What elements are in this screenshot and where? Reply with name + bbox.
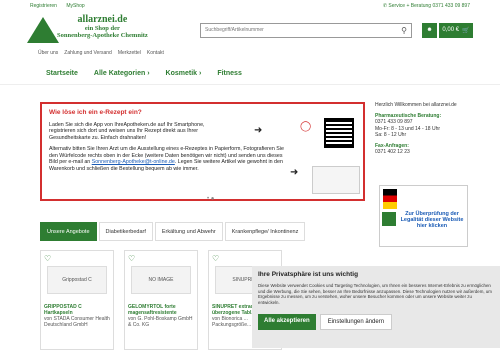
header: allarznei.de ein Shop der Sonnenberg-Apo…: [0, 12, 500, 48]
meta-link-wishlist[interactable]: Merkzettel: [118, 50, 141, 56]
myshop-link[interactable]: MyShop: [66, 3, 84, 9]
product-card[interactable]: ♡ NO IMAGE GELOMYRTOL forte magensaftres…: [124, 250, 198, 350]
user-icon: ☻: [426, 27, 433, 33]
cookie-title: Ihre Privatsphäre ist uns wichtig: [258, 271, 359, 278]
main-nav: Startseite Alle Kategorien › Kosmetik › …: [0, 63, 500, 85]
heart-icon[interactable]: ♡: [212, 254, 219, 263]
arrow-right-icon: ➜: [254, 125, 263, 136]
heart-icon[interactable]: ♡: [44, 254, 51, 263]
meta-link-payment[interactable]: Zahlung und Versand: [64, 50, 112, 56]
legality-badge[interactable]: Zur Überprüfung der Legalität dieser Web…: [379, 185, 468, 247]
cookie-text: Diese Website verwendet Cookies und Targ…: [258, 283, 492, 305]
product-image[interactable]: NO IMAGE: [131, 266, 191, 294]
notice-email-link[interactable]: Sonnenberg-Apotheke@t-online.de: [92, 159, 175, 165]
tab-cold[interactable]: Erkältung und Abwehr: [154, 222, 223, 241]
welcome-text: Herzlich Willkommen bei allarznei.de: [375, 102, 457, 108]
carousel-dots[interactable]: • ●: [207, 196, 214, 203]
accept-all-button[interactable]: Alle akzeptieren: [258, 314, 316, 331]
german-flag-icon: [383, 189, 397, 209]
meta-link-about[interactable]: Über uns: [38, 50, 58, 56]
tab-diabetes[interactable]: Diabetikerbedarf: [98, 222, 153, 241]
heart-icon[interactable]: ♡: [128, 254, 135, 263]
tab-nursing[interactable]: Krankenpflege/ Inkontinenz: [224, 222, 306, 241]
change-settings-button[interactable]: Einstellungen ändern: [319, 314, 393, 331]
logo-line3: Sonnenberg-Apotheke Chemnitz: [57, 32, 148, 39]
notice-paragraph-2: Alternativ bitten Sie Ihren Arzt um die …: [49, 146, 284, 172]
cart-button[interactable]: 0,00 € 🛒: [439, 22, 473, 38]
register-link[interactable]: Registrieren: [30, 3, 57, 9]
product-tabs: Unsere Angebote Diabetikerbedarf Erkältu…: [40, 222, 320, 241]
search-icon[interactable]: ⚲: [397, 24, 411, 37]
hours-saturday: Sa: 8 - 12 Uhr: [375, 132, 407, 138]
meta-nav: Über uns Zahlung und Versand Merkzettel …: [0, 48, 500, 58]
nav-home[interactable]: Startseite: [46, 70, 78, 77]
pharmacy-cross-icon: [382, 212, 396, 226]
cart-total: 0,00 €: [442, 27, 460, 33]
logo-emblem-icon: [27, 17, 59, 43]
top-bar: Registrieren MyShop ✆ Service + Beratung…: [0, 0, 500, 12]
logo[interactable]: allarznei.de ein Shop der Sonnenberg-Apo…: [27, 15, 163, 45]
meta-link-contact[interactable]: Kontakt: [147, 50, 164, 56]
product-list: ♡ Grippostad C GRIPPOSTAD C Hartkapseln …: [40, 250, 282, 350]
account-button[interactable]: ☻: [422, 22, 437, 38]
product-vendor: von STADA Consumer Health Deutschland Gm…: [44, 316, 110, 328]
prescription-image: [312, 166, 360, 194]
product-card[interactable]: ♡ Grippostad C GRIPPOSTAD C Hartkapseln …: [40, 250, 114, 350]
product-name[interactable]: GELOMYRTOL forte magensaftresistente: [128, 304, 194, 316]
service-phone[interactable]: ✆ Service + Beratung 0371 433 09 897: [383, 3, 470, 9]
search-placeholder: Suchbegriff/Artikelnummer: [205, 27, 264, 33]
notice-title: Wie löse ich ein e-Rezept ein?: [49, 109, 142, 116]
notice-paragraph-1: Laden Sie sich die App von IhreApotheken…: [49, 121, 205, 141]
product-image[interactable]: Grippostad C: [47, 266, 107, 294]
cart-icon: 🛒: [462, 27, 470, 34]
legality-badge-text: Zur Überprüfung der Legalität dieser Web…: [400, 211, 464, 229]
erezept-notice: Wie löse ich ein e-Rezept ein? Laden Sie…: [40, 102, 365, 203]
cookie-banner: Ihre Privatsphäre ist uns wichtig Diese …: [252, 266, 500, 348]
qr-code-image: [324, 118, 354, 148]
product-vendor: von G. Pohl-Boskamp GmbH & Co. KG: [128, 316, 193, 328]
logo-title: allarznei.de: [77, 14, 128, 25]
nav-fitness[interactable]: Fitness: [217, 70, 242, 77]
nav-categories[interactable]: Alle Kategorien ›: [94, 70, 150, 77]
product-name[interactable]: GRIPPOSTAD C Hartkapseln: [44, 304, 110, 316]
sidebar-info: Herzlich Willkommen bei allarznei.de Pha…: [375, 102, 485, 156]
nav-cosmetics[interactable]: Kosmetik ›: [166, 70, 202, 77]
tab-offers[interactable]: Unsere Angebote: [40, 222, 97, 241]
search-input[interactable]: Suchbegriff/Artikelnummer ⚲: [200, 22, 412, 38]
logo-line2: ein Shop der: [84, 25, 120, 32]
location-pin-icon: ◯: [300, 121, 312, 132]
arrow-right-icon: ➜: [290, 167, 299, 178]
fax-number: 0371 402 12 23: [375, 149, 410, 155]
